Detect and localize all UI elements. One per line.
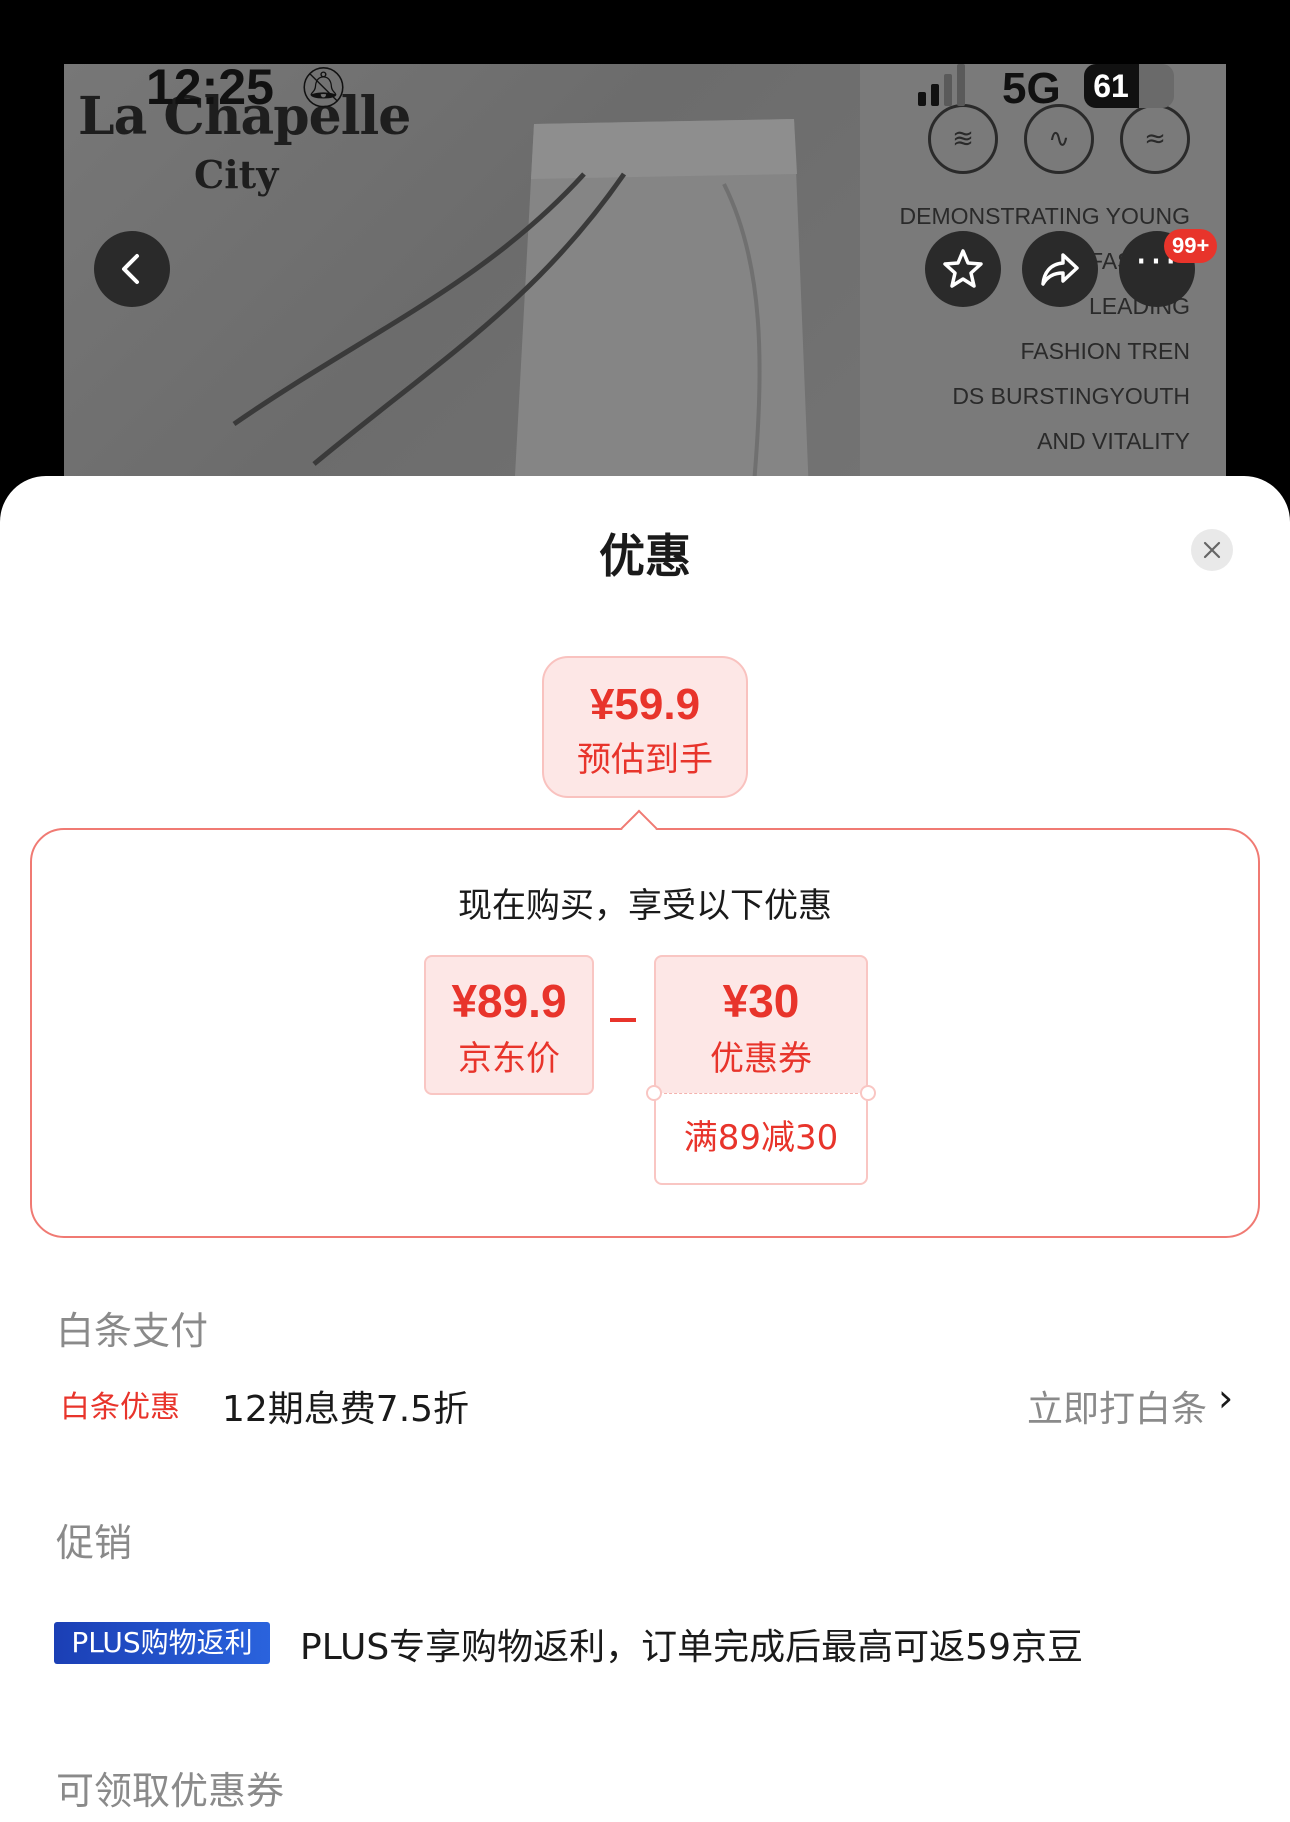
status-time: 12:25 bbox=[146, 59, 274, 115]
estimated-price: ¥59.9 bbox=[589, 680, 701, 729]
baitiao-tag: 白条优惠 bbox=[60, 1390, 180, 1425]
network-type: 5G bbox=[1002, 64, 1061, 113]
promo-section-title: 促销 bbox=[56, 1521, 133, 1565]
baitiao-action[interactable]: 立即打白条 bbox=[1027, 1380, 1207, 1432]
app-screen: La Chapelle City ≋ ∿ ≈ DEMONSTRATING YOU… bbox=[0, 0, 1290, 1822]
estimated-price-box: ¥59.9 预估到手 bbox=[542, 656, 748, 798]
share-icon bbox=[1041, 253, 1079, 286]
coupons-section-title: 可领取优惠券 bbox=[56, 1769, 285, 1813]
discount-sheet: 优惠 ¥59.9 预估到手 现在购买，享受以下优惠 ¥89.9 京东价 ¥30 … bbox=[0, 476, 1290, 1822]
close-icon bbox=[1203, 541, 1221, 559]
status-bar: 12:25 🔕︎ 5G 61 bbox=[0, 0, 1290, 170]
slogan-line: DEMONSTRATING YOUNG bbox=[899, 203, 1191, 229]
discount-breakdown: 现在购买，享受以下优惠 ¥89.9 京东价 ¥30 优惠券 满89减30 bbox=[30, 828, 1260, 1238]
jd-price-card: ¥89.9 京东价 bbox=[424, 955, 594, 1095]
coupon-condition: 满89减30 bbox=[654, 1093, 868, 1185]
coupon-label: 优惠券 bbox=[710, 1039, 812, 1079]
baitiao-section-title: 白条支付 bbox=[56, 1309, 209, 1353]
slogan-line: AND VITALITY bbox=[1037, 428, 1190, 454]
sheet-title: 优惠 bbox=[599, 529, 691, 583]
star-icon bbox=[943, 249, 983, 288]
estimated-price-label: 预估到手 bbox=[577, 740, 713, 780]
chevron-left-icon bbox=[122, 254, 139, 284]
chevron-right-icon[interactable]: › bbox=[1218, 1376, 1233, 1420]
back-button[interactable] bbox=[94, 231, 170, 307]
jd-price: ¥89.9 bbox=[451, 975, 567, 1027]
battery-level: 61 bbox=[1093, 68, 1129, 104]
coupon-value: ¥30 bbox=[722, 975, 800, 1027]
coupon-notch bbox=[646, 1085, 662, 1101]
signal-icon bbox=[918, 62, 965, 106]
plus-rebate-text[interactable]: PLUS专享购物返利，订单完成后最高可返59京豆 bbox=[300, 1618, 1083, 1670]
notification-badge: 99+ bbox=[1164, 229, 1218, 263]
slogan-line: FASHION TREN bbox=[1020, 338, 1190, 364]
minus-sign bbox=[610, 1018, 636, 1022]
slogan-line: DS BURSTINGYOUTH bbox=[952, 383, 1190, 409]
favorite-button[interactable] bbox=[925, 231, 1001, 307]
discount-heading: 现在购买，享受以下优惠 bbox=[458, 886, 832, 926]
plus-rebate-tag: PLUS购物返利 bbox=[54, 1622, 270, 1664]
jd-price-label: 京东价 bbox=[458, 1039, 560, 1079]
coupon-card: ¥30 优惠券 bbox=[654, 955, 868, 1095]
close-button[interactable] bbox=[1191, 529, 1233, 571]
share-button[interactable] bbox=[1022, 231, 1098, 307]
coupon-notch bbox=[860, 1085, 876, 1101]
baitiao-text: 12期息费7.5折 bbox=[222, 1389, 470, 1430]
silent-bell-icon: 🔕︎ bbox=[298, 65, 349, 111]
battery-icon: 61 bbox=[1084, 64, 1174, 108]
